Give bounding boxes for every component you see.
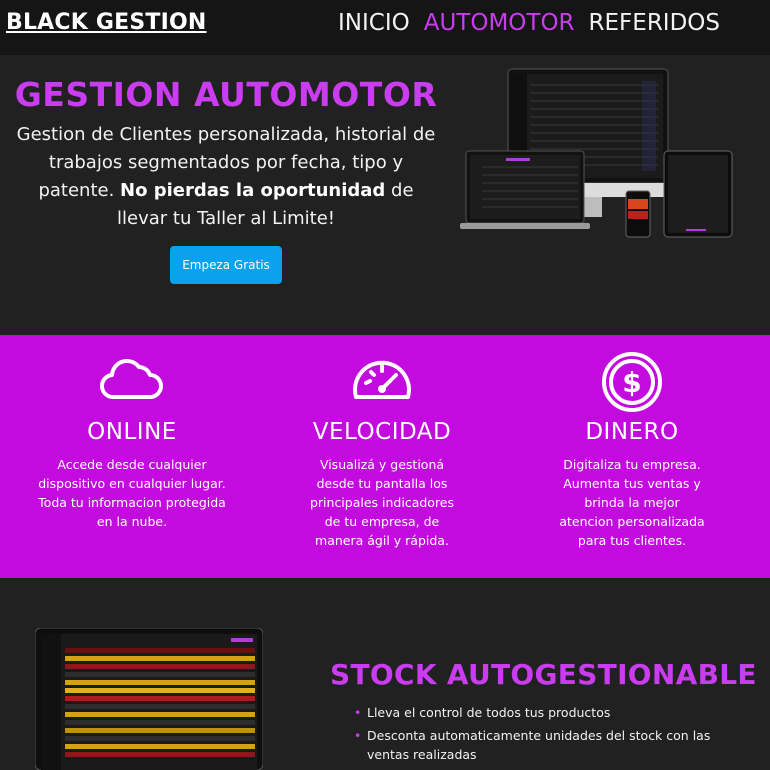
feature-text: Digitaliza tu empresa. Aumenta tus venta… [559, 457, 705, 548]
main-nav: INICIO AUTOMOTOR REFERIDOS [338, 10, 720, 36]
nav-item-inicio[interactable]: INICIO [338, 10, 410, 36]
laptop-stock-screenshot-image [35, 628, 263, 770]
brand-logo[interactable]: BLACK GESTION [6, 10, 207, 35]
list-item: • Lleva el control de todos tus productos [354, 703, 724, 722]
empeza-gratis-button[interactable]: Empeza Gratis [170, 246, 282, 284]
feature-text: Accede desde cualquier dispositivo en cu… [38, 457, 226, 529]
list-item-text: Lleva el control de todos tus productos [367, 705, 611, 720]
hero-description: Gestion de Clientes personalizada, histo… [14, 121, 438, 233]
list-item: • Desconta automaticamente unidades del s… [354, 726, 724, 764]
feature-title: VELOCIDAD [312, 419, 452, 445]
feature-dinero: $ DINERO Digitaliza tu empresa. Aumenta … [512, 335, 752, 550]
speedometer-icon [353, 360, 411, 399]
feature-text: Visualizá y gestioná desde tu pantalla l… [309, 457, 455, 548]
hero-title: GESTION AUTOMOTOR [14, 75, 438, 114]
stock-title: STOCK AUTOGESTIONABLE [330, 658, 757, 691]
feature-title: DINERO [585, 419, 679, 445]
feature-title: ONLINE [87, 419, 177, 445]
stock-section: STOCK AUTOGESTIONABLE • Lleva el control … [0, 578, 770, 770]
bullet-icon: • [354, 705, 362, 720]
list-item-text: Desconta automaticamente unidades del st… [367, 728, 711, 762]
navbar: BLACK GESTION INICIO AUTOMOTOR REFERIDOS [0, 0, 770, 55]
hero-text-bold: No pierdas la oportunidad [120, 180, 386, 201]
feature-online: ONLINE Accede desde cualquier dispositiv… [12, 335, 252, 531]
devices-mockup-image [460, 68, 733, 238]
feature-velocidad: VELOCIDAD Visualizá y gestioná desde tu … [262, 335, 502, 550]
dollar-coin-icon: $ [602, 352, 662, 412]
hero-section: GESTION AUTOMOTOR Gestion de Clientes pe… [0, 55, 770, 335]
stock-feature-list: • Lleva el control de todos tus productos… [354, 703, 724, 768]
bullet-icon: • [354, 728, 362, 743]
svg-text:$: $ [622, 366, 641, 399]
nav-item-referidos[interactable]: REFERIDOS [589, 10, 720, 36]
nav-item-automotor[interactable]: AUTOMOTOR [424, 10, 575, 36]
features-band: ONLINE Accede desde cualquier dispositiv… [0, 335, 770, 578]
cloud-icon [100, 359, 163, 400]
